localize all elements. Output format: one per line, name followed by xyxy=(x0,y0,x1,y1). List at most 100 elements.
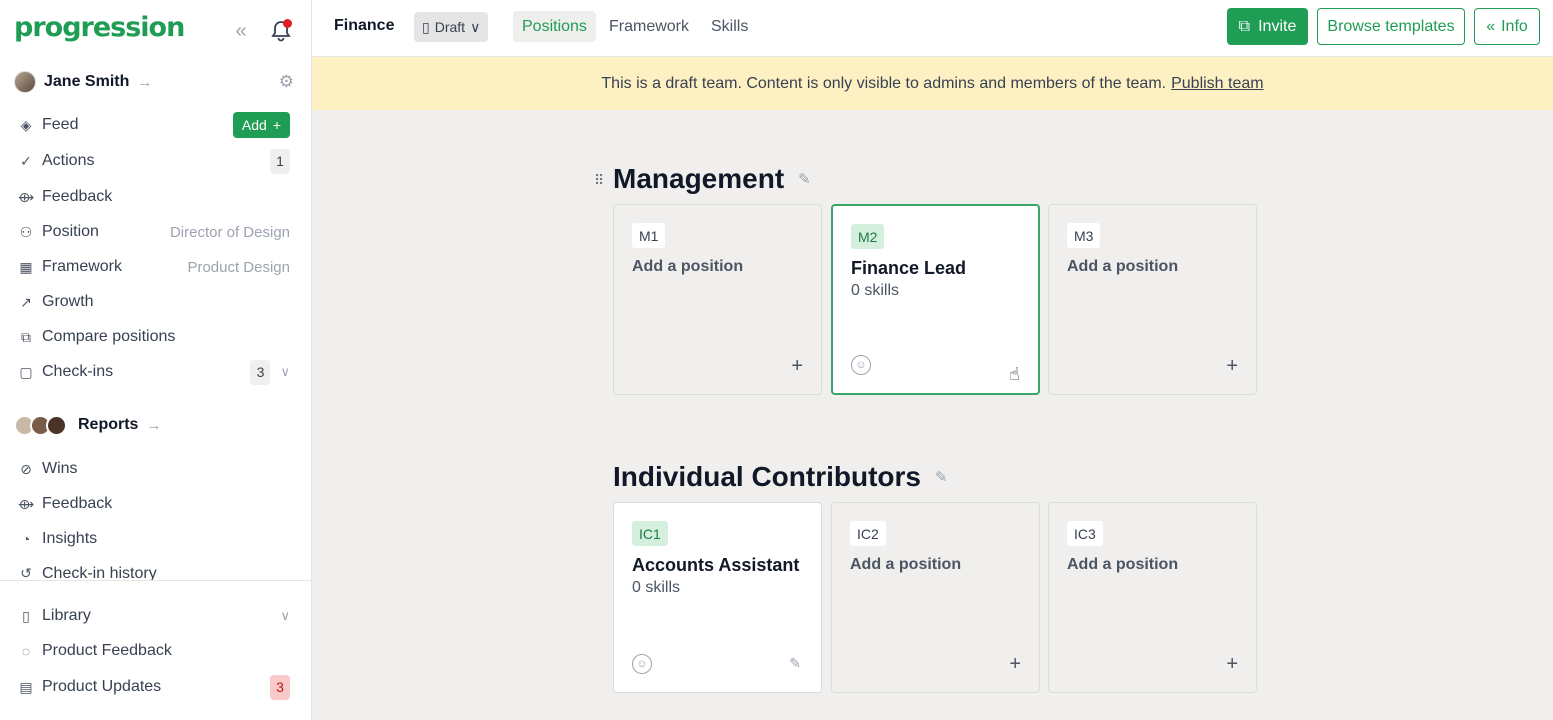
chevron-down-icon[interactable]: ∨ xyxy=(280,364,290,380)
level-badge: M1 xyxy=(632,223,666,248)
level-badge: M2 xyxy=(851,224,885,249)
plus-icon[interactable]: + xyxy=(1226,355,1238,378)
browse-templates-button[interactable]: Browse templates xyxy=(1317,8,1465,45)
layers-icon: ◈ xyxy=(20,116,32,133)
sidebar-item-product-updates[interactable]: ▤ Product Updates 3 xyxy=(18,674,290,700)
top-bar: Finance ▯ Draft ∨ Positions Framework Sk… xyxy=(312,0,1553,57)
sidebar-item-label: Framework xyxy=(42,258,123,275)
plus-icon[interactable]: + xyxy=(1226,653,1238,676)
chevron-down-icon[interactable]: ∨ xyxy=(280,608,290,624)
level-badge: IC1 xyxy=(632,521,668,546)
user-name: Jane Smith xyxy=(44,73,130,90)
sidebar-item-actions[interactable]: ✓ Actions 1 xyxy=(18,148,290,174)
sidebar-item-label: Check-in history xyxy=(42,565,157,580)
sidebar-divider xyxy=(0,580,311,581)
sidebar-item-library[interactable]: ▯ Library ∨ xyxy=(18,603,290,629)
position-title: Accounts Assistant xyxy=(632,555,800,575)
pencil-icon[interactable]: ✎ xyxy=(798,170,811,188)
sidebar-item-feedback[interactable]: ⟴ Feedback xyxy=(18,184,290,210)
framework-value: Product Design xyxy=(187,258,290,276)
status-dropdown[interactable]: ▯ Draft ∨ xyxy=(414,12,489,42)
sidebar-item-label: Library xyxy=(42,607,91,624)
assign-person-icon[interactable]: ☺ xyxy=(851,355,871,375)
sidebar-item-label: Check-ins xyxy=(42,363,114,380)
reports-link[interactable]: Reports → xyxy=(14,413,161,437)
sidebar-item-label: Wins xyxy=(42,460,78,477)
add-position-label: Add a position xyxy=(850,556,962,573)
level-badge: IC2 xyxy=(850,521,886,546)
notification-dot xyxy=(283,19,292,28)
gear-icon[interactable]: ⚙ xyxy=(279,72,294,92)
chevrons-left-icon: « xyxy=(1486,17,1496,35)
drag-handle-icon[interactable]: ⠿ xyxy=(594,172,604,189)
skills-count: 0 skills xyxy=(851,282,900,299)
hand-cursor-icon: ☝ xyxy=(1009,364,1020,384)
reports-label: Reports xyxy=(78,416,139,433)
team-name: Finance xyxy=(334,17,395,34)
tab-positions[interactable]: Positions xyxy=(513,11,596,42)
sidebar-item-label: Growth xyxy=(42,293,94,310)
plus-icon: + xyxy=(272,117,281,133)
sidebar-item-check-in-history[interactable]: ↺ Check-in history xyxy=(18,561,290,580)
tab-framework[interactable]: Framework xyxy=(600,11,698,42)
sidebar-item-label: Product Updates xyxy=(42,678,162,695)
sidebar-item-label: Compare positions xyxy=(42,328,176,345)
assign-person-icon[interactable]: ☺ xyxy=(632,654,652,674)
invite-button[interactable]: ⧉ Invite xyxy=(1227,8,1308,45)
pencil-icon[interactable]: ✎ xyxy=(789,655,801,672)
sidebar-item-label: Feedback xyxy=(42,188,113,205)
user-profile-link[interactable]: Jane Smith → ⚙ xyxy=(14,70,294,94)
sidebar-item-position[interactable]: ⚇ Position Director of Design xyxy=(18,219,290,245)
sidebar-item-check-ins[interactable]: ▢ Check-ins 3 ∨ xyxy=(18,359,290,385)
bell-icon[interactable] xyxy=(271,19,292,42)
sidebar-item-wins[interactable]: ⊘ Wins xyxy=(18,456,290,482)
publish-team-link[interactable]: Publish team xyxy=(1171,75,1264,93)
person-icon: ⚇ xyxy=(19,223,33,240)
position-card[interactable]: IC1 Accounts Assistant 0 skills ☺ ✎ xyxy=(613,502,822,693)
add-button[interactable]: Add + xyxy=(232,112,290,138)
draft-banner: This is a draft team. Content is only vi… xyxy=(312,57,1553,110)
compare-icon: ⧉ xyxy=(21,328,31,345)
position-card[interactable]: IC2 Add a position + xyxy=(831,502,1040,693)
chevrons-left-icon[interactable]: « xyxy=(231,20,251,42)
wins-icon: ⊘ xyxy=(20,460,32,477)
position-card[interactable]: IC3 Add a position + xyxy=(1048,502,1257,693)
book-icon: ▯ xyxy=(22,607,30,624)
sidebar-item-label: Insights xyxy=(42,530,98,547)
history-icon: ↺ xyxy=(20,565,32,580)
feedback-icon: ⟴ xyxy=(18,188,35,205)
grid-icon: ▦ xyxy=(19,258,33,275)
sidebar-item-product-feedback[interactable]: ◌ Product Feedback xyxy=(18,638,290,664)
avatar xyxy=(46,414,67,436)
pencil-icon[interactable]: ✎ xyxy=(935,468,948,486)
position-card[interactable]: M3 Add a position + xyxy=(1048,204,1257,395)
skills-count: 0 skills xyxy=(632,579,681,596)
sidebar-item-framework[interactable]: ▦ Framework Product Design xyxy=(18,254,290,280)
sidebar-item-growth[interactable]: ↗ Growth xyxy=(18,289,290,315)
sidebar-item-label: Feed xyxy=(42,116,79,133)
plus-icon[interactable]: + xyxy=(1009,653,1021,676)
trend-icon: ↗ xyxy=(20,293,32,310)
sidebar-item-label: Feedback xyxy=(42,495,113,512)
section-title-individual-contributors: Individual Contributors ✎ xyxy=(613,461,948,492)
sidebar-item-reports-feedback[interactable]: ⟴ Feedback xyxy=(18,491,290,517)
tab-skills[interactable]: Skills xyxy=(702,11,757,42)
count-badge: 3 xyxy=(270,674,290,700)
position-card[interactable]: M2 Finance Lead 0 skills ☺ ☝ xyxy=(831,204,1040,395)
position-card[interactable]: M1 Add a position + xyxy=(613,204,822,395)
logo[interactable]: progression xyxy=(14,12,185,43)
arrow-right-icon: → xyxy=(146,416,162,434)
plus-icon[interactable]: + xyxy=(791,355,803,378)
sidebar-item-insights[interactable]: ◔ Insights xyxy=(18,526,290,552)
arrow-right-icon: → xyxy=(137,73,153,91)
info-button[interactable]: « Info xyxy=(1474,8,1540,45)
sidebar-item-feed[interactable]: ◈ Feed Add + xyxy=(18,112,290,138)
position-title: Finance Lead xyxy=(851,258,967,278)
add-position-label: Add a position xyxy=(1067,556,1179,573)
clipboard-icon: ▢ xyxy=(19,363,33,380)
check-icon: ✓ xyxy=(20,152,32,169)
banner-text: This is a draft team. Content is only vi… xyxy=(601,74,1167,92)
chevron-down-icon: ∨ xyxy=(470,18,481,35)
sidebar-item-label: Actions xyxy=(42,152,95,169)
sidebar-item-compare-positions[interactable]: ⧉ Compare positions xyxy=(18,324,290,350)
